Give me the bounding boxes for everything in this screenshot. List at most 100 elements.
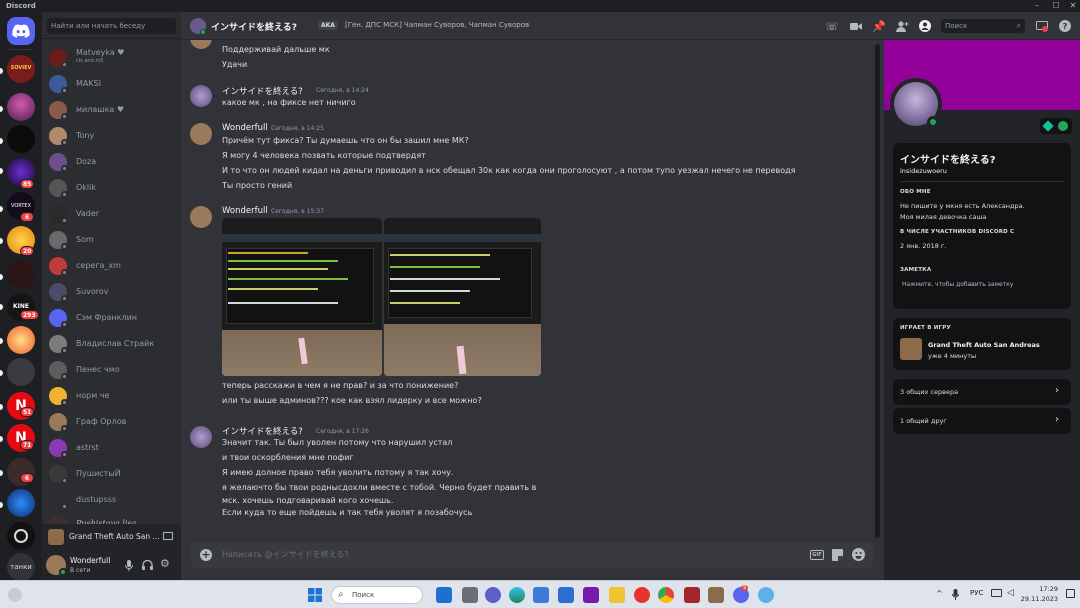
app-icon[interactable] xyxy=(684,587,700,603)
message-composer[interactable]: + Написать @インサイドを終える? GIF xyxy=(191,542,873,568)
dm-item[interactable]: Suvorov xyxy=(46,280,177,304)
app-title: Discord xyxy=(6,2,36,10)
add-attachment-icon[interactable]: + xyxy=(200,549,212,561)
widgets-icon[interactable] xyxy=(8,588,22,602)
yandex-browser-icon[interactable] xyxy=(634,587,650,603)
message-scrollbar-thumb[interactable] xyxy=(875,44,880,538)
gta-sa-icon[interactable] xyxy=(708,587,724,603)
playing-label: ИГРАЕТ В ИГРУ xyxy=(900,325,951,331)
avatar[interactable] xyxy=(190,123,212,145)
now-playing-bar[interactable]: Grand Theft Auto San ... xyxy=(42,524,181,550)
taskbar-search-input[interactable]: ⌕ Поиск xyxy=(331,586,423,604)
server-icon[interactable] xyxy=(7,489,35,517)
file-explorer-icon[interactable] xyxy=(462,587,478,603)
chrome-icon[interactable] xyxy=(658,587,674,603)
server-icon[interactable] xyxy=(7,358,35,386)
inbox-icon[interactable] xyxy=(1035,19,1049,33)
screen-share-icon[interactable] xyxy=(163,532,173,540)
message-author[interactable]: Wonderfull xyxy=(222,123,268,133)
dm-item[interactable]: Сэм Франклин xyxy=(46,306,177,330)
voice-call-icon[interactable]: ☏ xyxy=(825,19,839,33)
server-icon[interactable] xyxy=(7,93,35,121)
microphone-icon[interactable] xyxy=(125,560,133,571)
dm-item[interactable]: Som xyxy=(46,228,177,252)
message-author[interactable]: Wonderfull xyxy=(222,206,268,216)
dm-item[interactable]: серега_xm xyxy=(46,254,177,278)
server-icon[interactable] xyxy=(7,125,35,153)
dm-item[interactable]: Пенес чмо xyxy=(46,358,177,382)
user-panel: Wonderfull В сети ⚙ xyxy=(42,550,181,580)
onenote-icon[interactable] xyxy=(583,587,599,603)
dm-item[interactable]: Владислав Страйк xyxy=(46,332,177,356)
dm-search-input[interactable]: Найти или начать беседу xyxy=(47,18,176,34)
avatar[interactable] xyxy=(190,426,212,448)
teams-chat-icon[interactable] xyxy=(485,587,501,603)
server-icon[interactable] xyxy=(7,260,35,288)
dm-item[interactable]: Vader xyxy=(46,202,177,226)
header-search-input[interactable]: Поиск ⌕ xyxy=(941,19,1025,33)
mutual-friends-button[interactable]: 1 общий друг › xyxy=(893,408,1071,434)
dm-item[interactable]: ПушистыЙ xyxy=(46,462,177,486)
dm-item[interactable]: astrst xyxy=(46,436,177,460)
server-icon[interactable] xyxy=(7,326,35,354)
dm-item[interactable]: dustupsss xyxy=(46,488,177,512)
dm-item[interactable]: MAKSI xyxy=(46,72,177,96)
game-icon xyxy=(900,338,922,360)
dm-item[interactable]: Doza xyxy=(46,150,177,174)
image-attachment[interactable] xyxy=(384,218,541,376)
app-icon[interactable] xyxy=(758,587,774,603)
avatar[interactable] xyxy=(190,85,212,107)
language-indicator[interactable]: РУС xyxy=(970,589,983,597)
maximize-button[interactable]: ☐ xyxy=(1049,0,1063,12)
nitro-badge-icon[interactable] xyxy=(1042,120,1054,132)
unread-badge: 20 xyxy=(20,246,35,256)
video-call-icon[interactable] xyxy=(849,19,863,33)
dm-item[interactable]: Oklik xyxy=(46,176,177,200)
message-author[interactable]: インサイドを終える? xyxy=(222,425,303,437)
headphones-icon[interactable] xyxy=(142,560,153,570)
server-icon-tanks[interactable]: танки xyxy=(7,553,35,581)
emoji-icon[interactable] xyxy=(852,548,865,561)
dm-item[interactable]: Tony xyxy=(46,124,177,148)
mutual-servers-label: 3 общих сервера xyxy=(900,388,959,396)
app-icon[interactable] xyxy=(558,587,574,603)
dm-item[interactable]: Matveyka ♥ cls and m5 · xyxy=(46,46,177,70)
add-friend-icon[interactable] xyxy=(895,19,909,33)
app-icon[interactable] xyxy=(533,587,549,603)
chat-header: インサイドを終える? AKA [Ген. ДПС МСК] Чапман Сув… xyxy=(181,12,1080,40)
folder-icon[interactable] xyxy=(609,587,625,603)
notifications-icon[interactable] xyxy=(1066,589,1075,598)
image-attachment[interactable] xyxy=(222,218,382,376)
close-button[interactable]: ✕ xyxy=(1066,0,1080,12)
tray-microphone-icon[interactable] xyxy=(952,589,959,600)
dm-item[interactable]: Граф Орлов xyxy=(46,410,177,434)
settings-gear-icon[interactable]: ⚙ xyxy=(160,557,170,570)
home-button[interactable] xyxy=(7,17,35,45)
volume-icon[interactable]: ◁ xyxy=(1007,588,1014,598)
start-windows-icon[interactable] xyxy=(308,588,322,602)
task-view-icon[interactable] xyxy=(436,587,452,603)
server-icon[interactable] xyxy=(7,522,35,550)
pinned-messages-icon[interactable]: 📌 xyxy=(872,19,886,33)
boost-badge-icon[interactable] xyxy=(1058,121,1068,131)
message-text: и твои оскорбления мне пофиг xyxy=(222,453,354,462)
server-icon[interactable]: SOVIEV xyxy=(7,55,35,83)
message-author[interactable]: インサイドを終える? xyxy=(222,85,303,97)
user-profile-toggle-icon[interactable] xyxy=(918,19,932,33)
game-name: Grand Theft Auto San Andreas xyxy=(928,341,1040,349)
dm-item[interactable]: норм че xyxy=(46,384,177,408)
dm-item[interactable]: милашка ♥ xyxy=(46,98,177,122)
message-input[interactable]: Написать @インサイドを終える? xyxy=(222,542,349,568)
taskbar-clock-date[interactable]: 29.11.2023 xyxy=(1020,595,1058,603)
help-icon[interactable]: ? xyxy=(1058,19,1072,33)
network-icon[interactable] xyxy=(991,589,1002,597)
taskbar-clock-time[interactable]: 17:29 xyxy=(1024,585,1058,593)
avatar[interactable] xyxy=(190,206,212,228)
mutual-servers-button[interactable]: 3 общих сервера › xyxy=(893,379,1071,405)
gif-picker-icon[interactable]: GIF xyxy=(810,550,824,560)
note-input[interactable]: Нажмите, чтобы добавить заметку xyxy=(902,281,1013,288)
minimize-button[interactable]: – xyxy=(1030,0,1044,12)
edge-browser-icon[interactable] xyxy=(509,587,525,603)
tray-chevron-icon[interactable]: ^ xyxy=(936,589,943,598)
sticker-icon[interactable] xyxy=(832,549,843,561)
